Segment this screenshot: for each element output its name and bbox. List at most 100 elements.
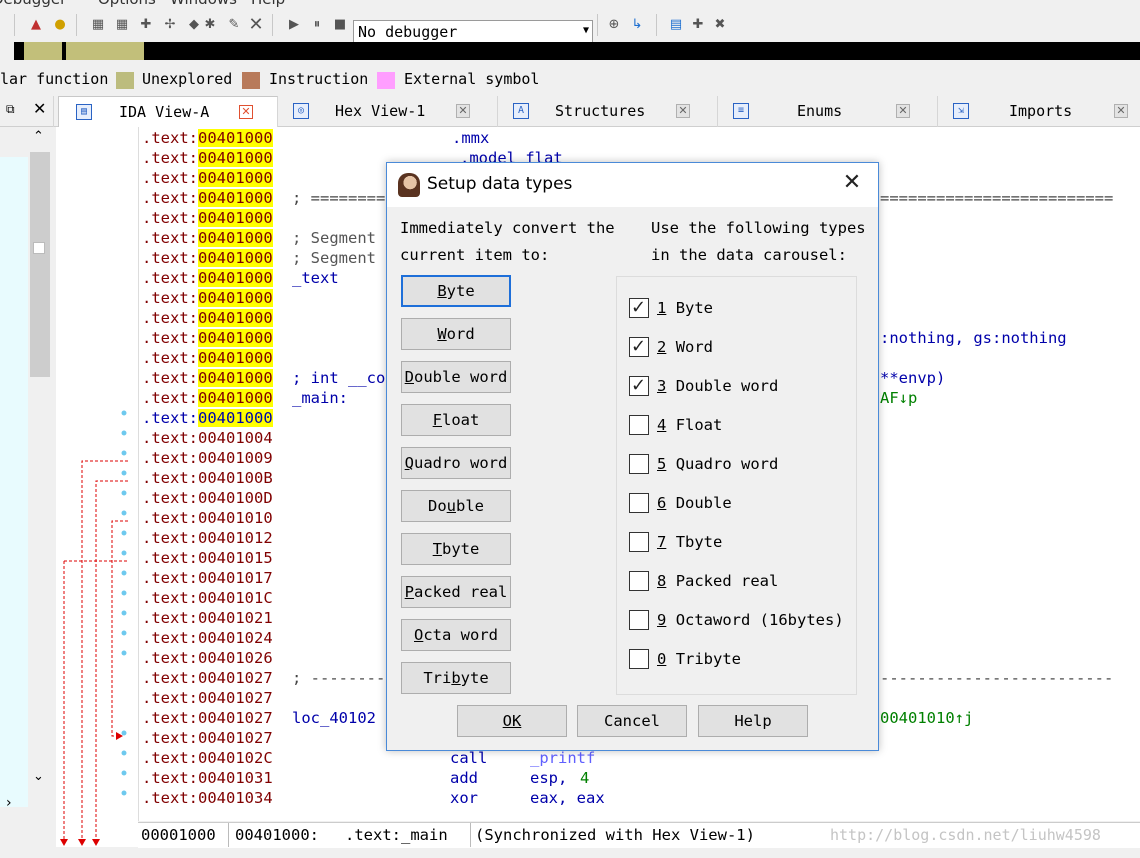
- close-icon[interactable]: ✕: [840, 171, 864, 195]
- line-address[interactable]: 00401000: [198, 169, 273, 187]
- xref-icon[interactable]: ✢: [160, 14, 180, 34]
- gear-icon[interactable]: ✱: [200, 14, 220, 34]
- line-address[interactable]: 00401000: [198, 269, 273, 287]
- cancel-button[interactable]: Cancel: [577, 705, 687, 737]
- listing-line[interactable]: .text:00401000: [142, 148, 273, 168]
- listing-line[interactable]: .text:00401024: [142, 628, 273, 648]
- line-address[interactable]: 00401027: [198, 669, 273, 687]
- line-address[interactable]: 00401000: [198, 349, 273, 367]
- convert-button[interactable]: Octa word: [401, 619, 511, 651]
- line-address[interactable]: 00401010: [198, 509, 273, 527]
- line-address[interactable]: 00401000: [198, 129, 273, 147]
- unchecked-icon[interactable]: [629, 649, 649, 669]
- carousel-checkbox[interactable]: 2 Word: [629, 335, 859, 359]
- navigation-band[interactable]: [0, 42, 1140, 60]
- listing-line[interactable]: .text:00401034: [142, 788, 273, 808]
- carousel-checkbox[interactable]: 7 Tbyte: [629, 530, 859, 554]
- chevron-right-icon[interactable]: ›: [6, 795, 12, 811]
- delete-breakpoint-icon[interactable]: ✖: [710, 14, 730, 34]
- scrollbar-thumb[interactable]: [30, 152, 50, 377]
- line-address[interactable]: 00401017: [198, 569, 273, 587]
- convert-button[interactable]: Packed real: [401, 576, 511, 608]
- line-address[interactable]: 00401000: [198, 329, 273, 347]
- play-icon[interactable]: ▶: [284, 14, 304, 34]
- struct-icon[interactable]: ✚: [136, 14, 156, 34]
- convert-button[interactable]: Word: [401, 318, 511, 350]
- carousel-checkbox[interactable]: 4 Float: [629, 413, 859, 437]
- line-address[interactable]: 00401000: [198, 309, 273, 327]
- listing-line[interactable]: .text:00401000: [142, 408, 273, 428]
- line-address[interactable]: 0040102C: [198, 749, 273, 767]
- line-address[interactable]: 0040100B: [198, 469, 273, 487]
- listing-line[interactable]: .text:00401000: [142, 228, 273, 248]
- debugger-select[interactable]: No debugger ▼: [353, 20, 593, 44]
- help-button[interactable]: Help: [698, 705, 808, 737]
- carousel-checkbox[interactable]: 0 Tribyte: [629, 647, 859, 671]
- tab-structures[interactable]: A Structures ✕: [498, 96, 718, 127]
- line-address[interactable]: 00401000: [198, 409, 273, 427]
- listing-line[interactable]: .text:00401015: [142, 548, 273, 568]
- xref-comment[interactable]: AF↓p: [880, 388, 917, 408]
- line-address[interactable]: 00401012: [198, 529, 273, 547]
- carousel-checkbox[interactable]: 9 Octaword (16bytes): [629, 608, 859, 632]
- search-icon[interactable]: ●: [50, 14, 70, 34]
- convert-button[interactable]: Byte: [401, 275, 511, 307]
- line-address[interactable]: 00401027: [198, 729, 273, 747]
- line-address[interactable]: 0040101C: [198, 589, 273, 607]
- run-to-icon[interactable]: ↳: [627, 14, 647, 34]
- line-address[interactable]: 00401000: [198, 289, 273, 307]
- unchecked-icon[interactable]: [629, 415, 649, 435]
- tab-imports[interactable]: ⇲ Imports ✕: [938, 96, 1140, 127]
- close-icon[interactable]: ✕: [456, 104, 470, 118]
- convert-button[interactable]: Double: [401, 490, 511, 522]
- call-operand[interactable]: _printf: [530, 748, 595, 768]
- tab-enums[interactable]: ≡ Enums ✕: [718, 96, 938, 127]
- line-address[interactable]: 0040100D: [198, 489, 273, 507]
- line-address[interactable]: 00401027: [198, 709, 273, 727]
- listing-line[interactable]: .text:00401009: [142, 448, 273, 468]
- checked-icon[interactable]: [629, 375, 649, 396]
- listing-line[interactable]: .text:00401000: [142, 188, 273, 208]
- tab-ida-view-a[interactable]: ▤ IDA View-A ✕: [58, 96, 278, 127]
- unchecked-icon[interactable]: [629, 454, 649, 474]
- carousel-checkbox[interactable]: 5 Quadro word: [629, 452, 859, 476]
- listing-line[interactable]: .text:00401000: [142, 268, 273, 288]
- text-segment-label[interactable]: _text: [292, 268, 339, 288]
- carousel-checkbox[interactable]: 8 Packed real: [629, 569, 859, 593]
- menu-item-windows[interactable]: Windows: [170, 0, 237, 8]
- listing-line[interactable]: .text:00401027: [142, 708, 273, 728]
- close-icon[interactable]: ✕: [676, 104, 690, 118]
- listing-line[interactable]: .text:00401000: [142, 368, 273, 388]
- add-breakpoint-icon[interactable]: ✚: [688, 14, 708, 34]
- listing-line[interactable]: .text:00401000: [142, 208, 273, 228]
- convert-button[interactable]: Tbyte: [401, 533, 511, 565]
- unchecked-icon[interactable]: [629, 493, 649, 513]
- listing-line[interactable]: .text:00401027: [142, 668, 273, 688]
- unchecked-icon[interactable]: [629, 610, 649, 630]
- convert-button[interactable]: Double word: [401, 361, 511, 393]
- unchecked-icon[interactable]: [629, 532, 649, 552]
- line-address[interactable]: 00401009: [198, 449, 273, 467]
- listing-line[interactable]: .text:00401000: [142, 168, 273, 188]
- listing-line[interactable]: .text:00401000: [142, 308, 273, 328]
- data-icon[interactable]: ▦: [112, 14, 132, 34]
- line-address[interactable]: 00401034: [198, 789, 273, 807]
- listing-line[interactable]: .text:00401031: [142, 768, 273, 788]
- dialog-title-bar[interactable]: Setup data types ✕: [387, 163, 878, 207]
- listing-line[interactable]: .text:00401012: [142, 528, 273, 548]
- line-address[interactable]: 00401004: [198, 429, 273, 447]
- restore-icon[interactable]: ⧉: [6, 102, 15, 117]
- tab-hex-view-1[interactable]: ◎ Hex View-1 ✕: [278, 96, 498, 127]
- loc-label[interactable]: loc_40102: [292, 708, 376, 728]
- line-address[interactable]: 00401021: [198, 609, 273, 627]
- line-address[interactable]: 00401000: [198, 369, 273, 387]
- listing-line[interactable]: .text:00401017: [142, 568, 273, 588]
- line-address[interactable]: 00401024: [198, 629, 273, 647]
- listing-line[interactable]: .text:00401027: [142, 688, 273, 708]
- code-icon[interactable]: ▦: [88, 14, 108, 34]
- checked-icon[interactable]: [629, 336, 649, 357]
- pause-icon[interactable]: ⏸: [307, 14, 327, 34]
- close-icon[interactable]: ✕: [896, 104, 910, 118]
- listing-line[interactable]: .text:00401000: [142, 248, 273, 268]
- line-address[interactable]: 00401027: [198, 689, 273, 707]
